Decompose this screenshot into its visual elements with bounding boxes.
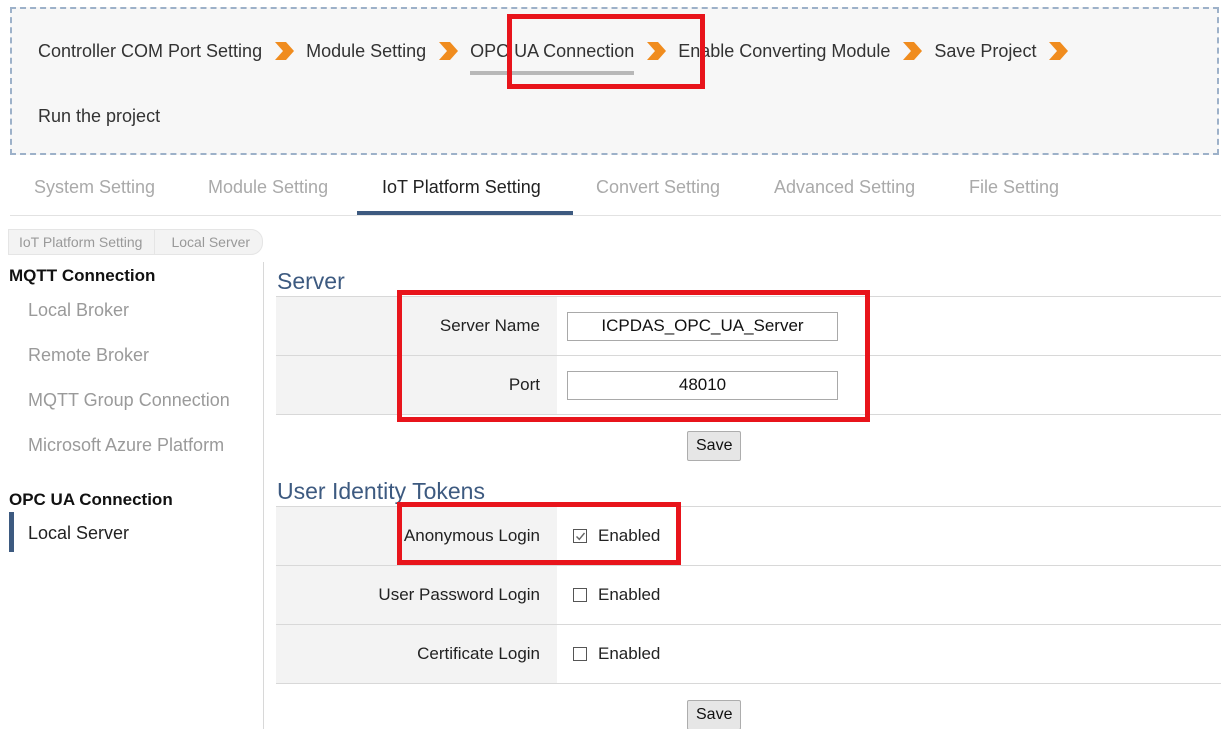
sidebar-heading-mqtt: MQTT Connection: [9, 266, 156, 285]
tokens-save-button[interactable]: Save: [687, 700, 742, 729]
main-tabs: System Setting Module Setting IoT Platfo…: [10, 158, 1221, 216]
wizard-step-save-project[interactable]: Save Project: [934, 41, 1036, 62]
tab-file-setting[interactable]: File Setting: [969, 177, 1059, 198]
sidebar-item-remote-broker[interactable]: Remote Broker: [28, 345, 149, 366]
certificate-login-row: Certificate Login Enabled: [276, 625, 1221, 684]
tokens-form: Anonymous Login Enabled User Password Lo…: [276, 506, 1221, 684]
breadcrumb-iot-platform[interactable]: IoT Platform Setting: [8, 229, 155, 255]
port-row: Port: [276, 356, 1221, 415]
chevron-right-icon: [434, 39, 462, 63]
breadcrumb-local-server[interactable]: Local Server: [154, 229, 264, 255]
server-name-input[interactable]: [567, 311, 838, 341]
certificate-login-label: Certificate Login: [276, 625, 557, 683]
setup-wizard: Controller COM Port Setting Module Setti…: [10, 7, 1219, 155]
anonymous-login-option: Enabled: [598, 526, 661, 545]
wizard-step-run-project[interactable]: Run the project: [38, 106, 160, 127]
sidebar-item-local-server[interactable]: Local Server: [28, 523, 129, 544]
wizard-step-com-port[interactable]: Controller COM Port Setting: [38, 41, 262, 62]
certificate-login-checkbox[interactable]: Enabled: [567, 644, 660, 664]
tab-iot-platform-setting[interactable]: IoT Platform Setting: [382, 177, 541, 198]
anonymous-login-row: Anonymous Login Enabled: [276, 507, 1221, 566]
sidebar-item-mqtt-group[interactable]: MQTT Group Connection: [28, 390, 230, 411]
user-password-login-label: User Password Login: [276, 566, 557, 624]
checkbox-unchecked-icon: [573, 588, 587, 602]
server-section-title: Server: [277, 268, 345, 294]
chevron-right-icon: [898, 39, 926, 63]
tab-module-setting[interactable]: Module Setting: [208, 177, 328, 198]
port-label: Port: [276, 356, 557, 414]
tab-system-setting[interactable]: System Setting: [34, 177, 155, 198]
anonymous-login-label: Anonymous Login: [276, 507, 557, 565]
wizard-steps-row: Controller COM Port Setting Module Setti…: [38, 39, 1080, 75]
port-input[interactable]: [567, 370, 838, 400]
user-password-login-option: Enabled: [598, 585, 661, 604]
server-name-label: Server Name: [276, 297, 557, 355]
user-password-login-row: User Password Login Enabled: [276, 566, 1221, 625]
sidebar-item-azure[interactable]: Microsoft Azure Platform: [28, 435, 224, 456]
chevron-right-icon: [642, 39, 670, 63]
wizard-step-module[interactable]: Module Setting: [306, 41, 426, 62]
certificate-login-option: Enabled: [598, 644, 661, 663]
user-password-login-checkbox[interactable]: Enabled: [567, 585, 660, 605]
breadcrumb: IoT Platform Setting Local Server: [8, 229, 264, 255]
sidebar: MQTT Connection Local Broker Remote Brok…: [0, 262, 264, 729]
server-name-row: Server Name: [276, 297, 1221, 356]
sidebar-item-local-broker[interactable]: Local Broker: [28, 300, 129, 321]
checkbox-unchecked-icon: [573, 647, 587, 661]
tab-convert-setting[interactable]: Convert Setting: [596, 177, 720, 198]
server-save-button[interactable]: Save: [687, 431, 742, 461]
chevron-right-icon: [270, 39, 298, 63]
tokens-section-title: User Identity Tokens: [277, 478, 485, 504]
active-tab-indicator: [357, 211, 573, 215]
server-form: Server Name Port: [276, 296, 1221, 415]
sidebar-active-indicator: [9, 512, 14, 552]
anonymous-login-checkbox[interactable]: Enabled: [567, 526, 660, 546]
wizard-step-opcua[interactable]: OPC UA Connection: [470, 41, 635, 75]
wizard-step-enable-converting[interactable]: Enable Converting Module: [678, 41, 890, 62]
chevron-right-icon: [1044, 39, 1072, 63]
checkbox-checked-icon: [573, 529, 587, 543]
sidebar-heading-opcua: OPC UA Connection: [9, 490, 173, 509]
tab-advanced-setting[interactable]: Advanced Setting: [774, 177, 915, 198]
